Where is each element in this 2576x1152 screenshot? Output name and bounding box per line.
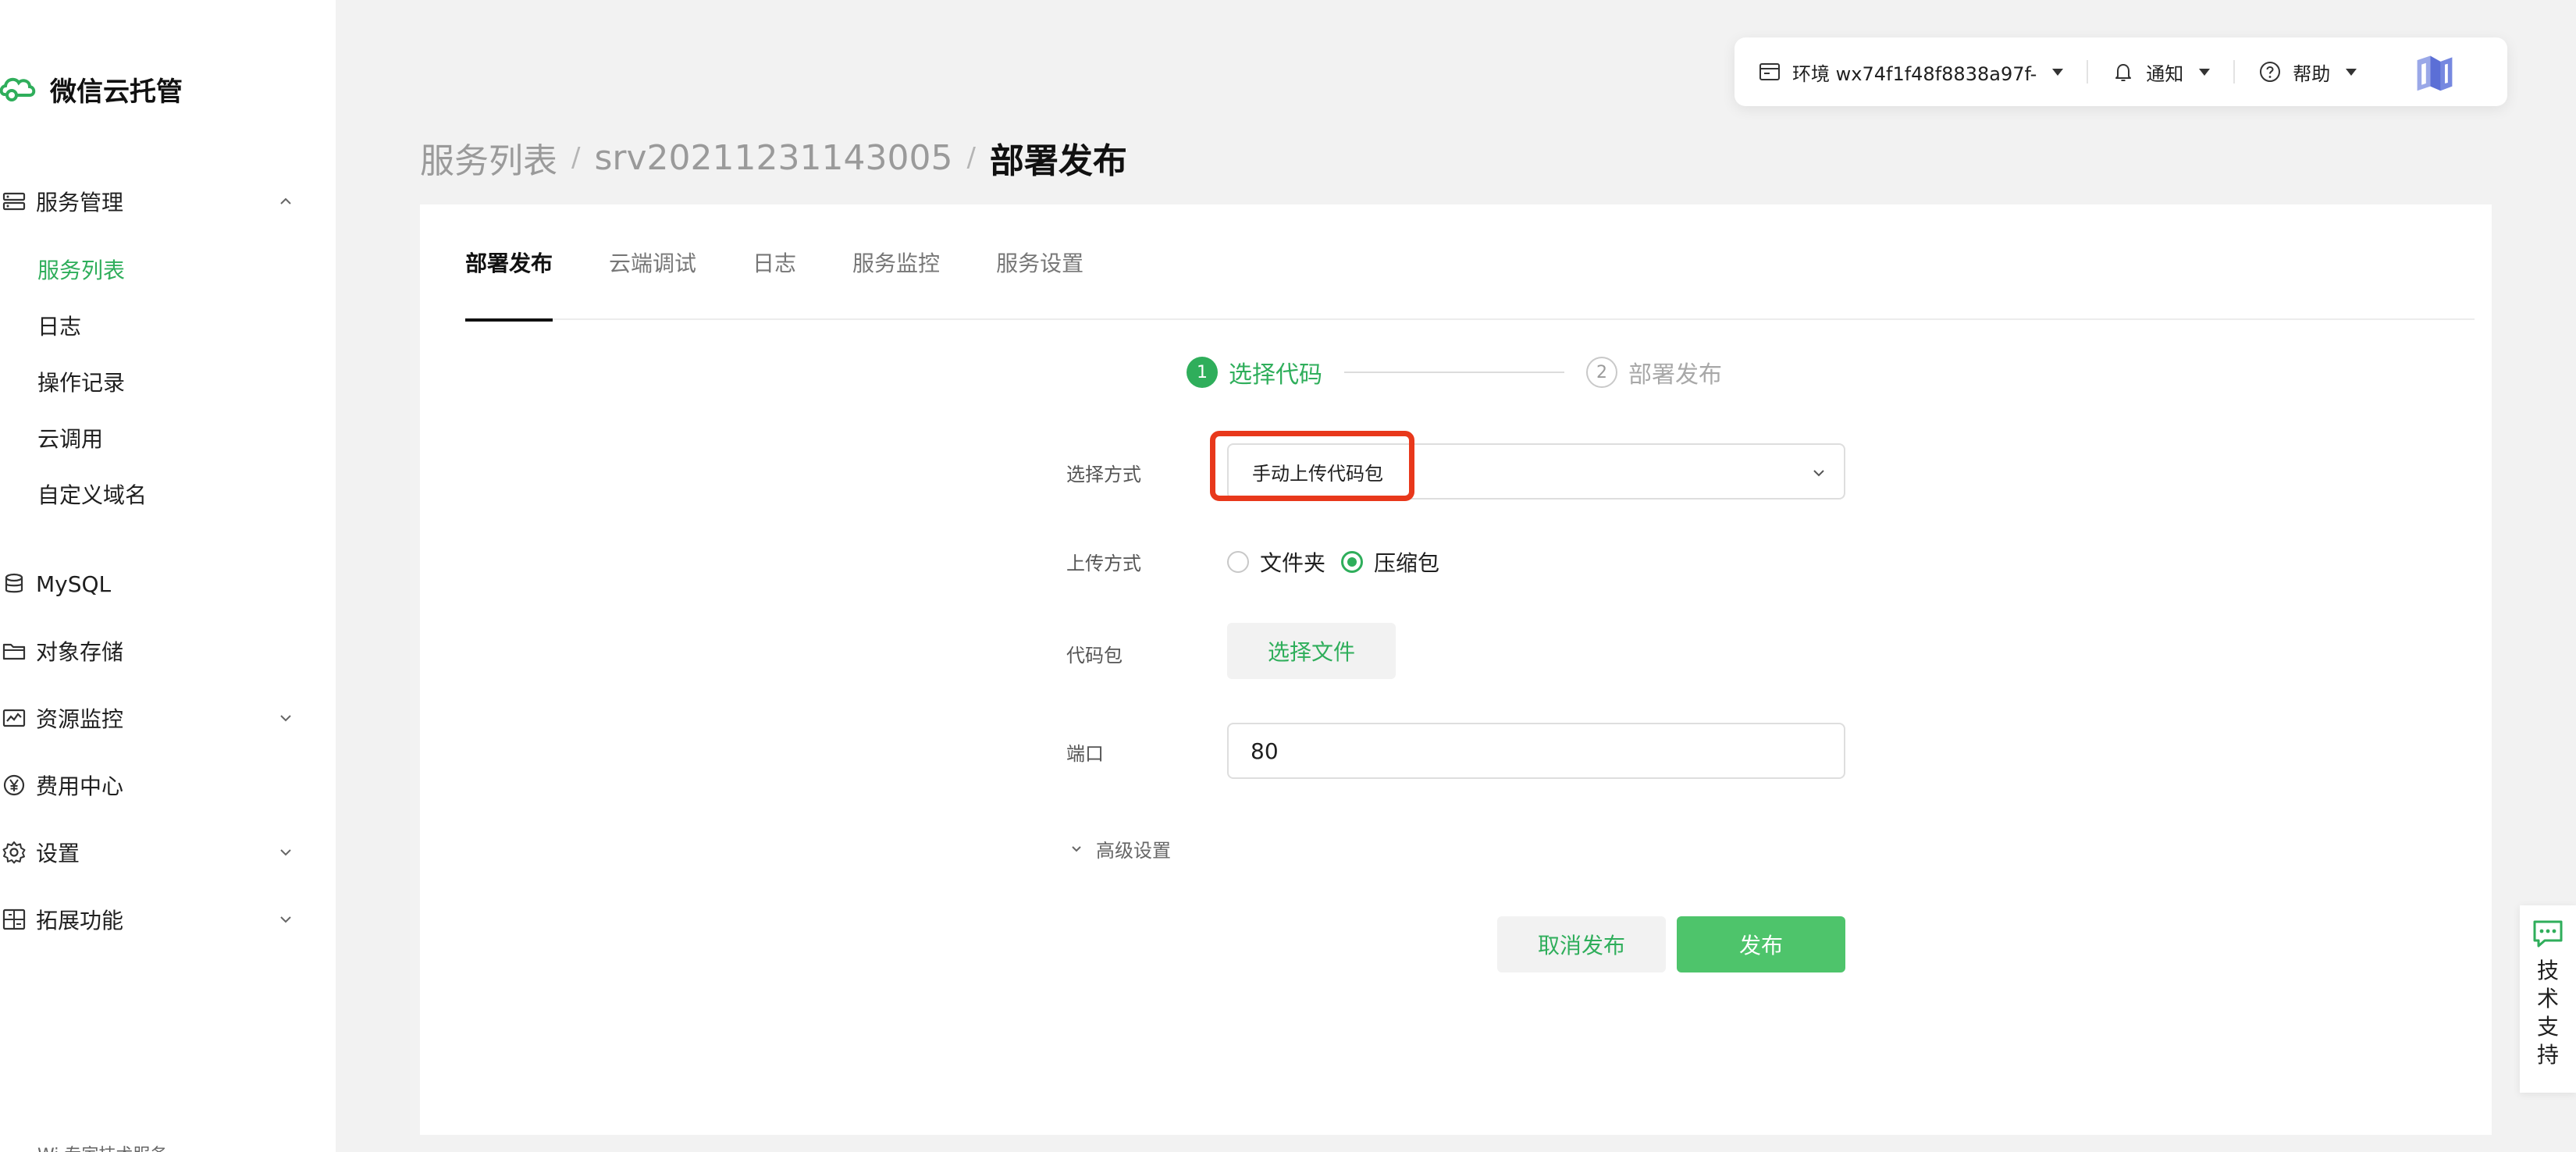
monitor-icon (0, 704, 28, 732)
port-input[interactable] (1227, 723, 1845, 779)
tab-logs[interactable]: 日志 (753, 204, 796, 320)
step-connector (1344, 372, 1564, 373)
tab-service-monitor[interactable]: 服务监控 (852, 204, 940, 320)
cloud-logo-icon (0, 69, 37, 108)
publish-button[interactable]: 发布 (1677, 916, 1845, 972)
extension-icon (0, 905, 28, 933)
sidebar-group-settings[interactable]: 设置 (0, 830, 320, 874)
package-label: 代码包 (1066, 645, 1123, 667)
step-number: 2 (1586, 357, 1617, 388)
chevron-down-icon (280, 849, 291, 856)
method-select[interactable]: 手动上传代码包 (1227, 443, 1845, 500)
tab-bar: 部署发布 云端调试 日志 服务监控 服务设置 (465, 204, 2475, 322)
caret-down-icon (2346, 68, 2357, 76)
method-label: 选择方式 (1066, 464, 1141, 485)
page-title: 部署发布 (989, 141, 1127, 181)
brand[interactable]: 微信云托管 (0, 66, 183, 112)
sidebar-group-label: 设置 (36, 841, 80, 866)
sidebar: 微信云托管 服务管理 服务列表 日志 操作记录 云调用 自定义域名 MySQL … (0, 0, 336, 1152)
step-label: 部署发布 (1628, 361, 1722, 389)
chevron-down-icon (1813, 470, 1824, 477)
notifications-label: 通知 (2146, 62, 2184, 85)
brand-name: 微信云托管 (50, 76, 183, 108)
choose-file-button[interactable]: 选择文件 (1227, 623, 1396, 679)
radio-zip[interactable] (1341, 551, 1364, 573)
yen-icon (0, 771, 28, 799)
folder-icon (0, 637, 28, 665)
breadcrumb-service-name[interactable]: srv20211231143005 (594, 138, 952, 178)
deploy-panel: 部署发布 云端调试 日志 服务监控 服务设置 1 选择代码 2 部署发布 选择方… (420, 204, 2492, 1135)
upload-method-label: 上传方式 (1066, 553, 1141, 574)
sidebar-item-custom-domain[interactable]: 自定义域名 (37, 475, 147, 514)
notifications-menu[interactable]: 通知 (2088, 37, 2233, 106)
sidebar-group-label: 拓展功能 (36, 908, 124, 933)
sidebar-item-operation-records[interactable]: 操作记录 (37, 362, 125, 401)
top-toolbar: 环境 wx74f1f48f8838a97f- 通知 帮助 (1735, 37, 2507, 106)
help-label: 帮助 (2293, 62, 2331, 85)
tab-deploy[interactable]: 部署发布 (465, 204, 553, 322)
sidebar-group-mysql[interactable]: MySQL (0, 562, 320, 606)
advanced-settings-label: 高级设置 (1096, 840, 1171, 862)
chevron-down-icon (280, 916, 291, 923)
sidebar-group-label: 费用中心 (36, 773, 124, 799)
environment-selector[interactable]: 环境 wx74f1f48f8838a97f- (1735, 37, 2087, 106)
step-indicator: 1 选择代码 2 部署发布 (1187, 353, 1722, 392)
sidebar-group-service[interactable]: 服务管理 (0, 180, 320, 223)
tab-cloud-debug[interactable]: 云端调试 (609, 204, 696, 320)
chevron-down-icon (280, 715, 291, 722)
tab-service-settings[interactable]: 服务设置 (996, 204, 1083, 320)
caret-down-icon (2052, 68, 2064, 76)
sidebar-group-label: MySQL (36, 571, 112, 597)
chat-icon (2533, 920, 2563, 948)
server-icon (0, 187, 28, 215)
radio-zip-label[interactable]: 压缩包 (1374, 546, 1439, 578)
tech-support-widget[interactable]: 技术支持 (2520, 905, 2576, 1093)
gear-icon (0, 838, 28, 866)
method-select-value: 手动上传代码包 (1252, 462, 1383, 485)
breadcrumb-service-list[interactable]: 服务列表 (420, 133, 557, 183)
sidebar-group-label: 服务管理 (36, 190, 124, 215)
sidebar-group-extensions[interactable]: 拓展功能 (0, 898, 320, 941)
sidebar-group-label: 对象存储 (36, 639, 124, 665)
sidebar-bottom-link[interactable]: Wi 专家技术服务 (37, 1141, 256, 1152)
sidebar-group-label: 资源监控 (36, 706, 124, 732)
breadcrumb-separator: / (966, 142, 976, 173)
help-icon (2260, 62, 2281, 82)
radio-folder-label[interactable]: 文件夹 (1260, 546, 1325, 578)
breadcrumb-separator: / (571, 142, 581, 173)
step-label: 选择代码 (1229, 361, 1322, 389)
environment-label: 环境 wx74f1f48f8838a97f- (1792, 62, 2037, 85)
help-menu[interactable]: 帮助 (2235, 37, 2380, 106)
step-number: 1 (1187, 357, 1218, 388)
environment-icon (1759, 63, 1780, 80)
sidebar-item-cloud-call[interactable]: 云调用 (37, 418, 103, 457)
cancel-publish-button[interactable]: 取消发布 (1497, 916, 1666, 972)
caret-down-icon (2199, 68, 2211, 76)
bell-icon (2115, 64, 2132, 81)
upload-method-radio-group: 文件夹 压缩包 (1227, 546, 1455, 578)
sidebar-group-resource-monitor[interactable]: 资源监控 (0, 696, 320, 740)
sidebar-item-logs[interactable]: 日志 (37, 306, 81, 345)
sidebar-group-object-storage[interactable]: 对象存储 (0, 629, 320, 673)
chevron-up-icon (280, 197, 291, 204)
database-icon (0, 570, 28, 598)
breadcrumb: 服务列表 / srv20211231143005 / 部署发布 (420, 133, 1127, 183)
port-label: 端口 (1066, 743, 1104, 765)
sidebar-item-service-list[interactable]: 服务列表 (37, 250, 125, 289)
sidebar-group-billing[interactable]: 费用中心 (0, 763, 320, 807)
radio-folder[interactable] (1227, 551, 1249, 573)
tech-support-label: 技术支持 (2536, 958, 2559, 1068)
chevron-down-icon (1072, 845, 1081, 852)
product-switch-logo-icon[interactable] (2411, 48, 2458, 95)
advanced-settings-toggle[interactable]: 高级设置 (1069, 835, 1171, 862)
